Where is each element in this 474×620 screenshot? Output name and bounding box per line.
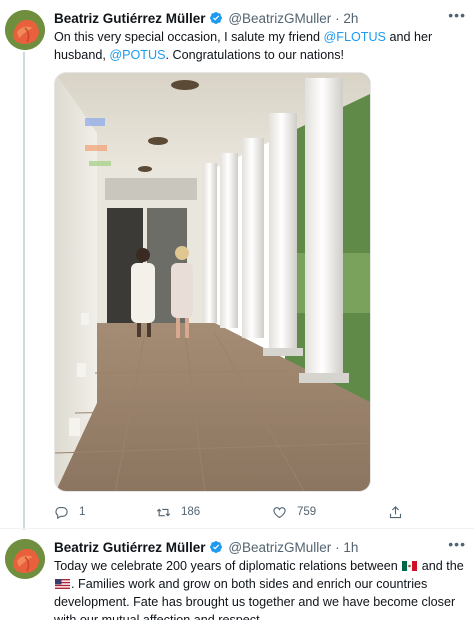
avatar[interactable] (5, 539, 45, 579)
timestamp[interactable]: 1h (343, 540, 358, 555)
author-handle[interactable]: @BeatrizGMuller (228, 540, 331, 555)
tweet-actions: 1 186 759 (54, 502, 414, 522)
retweet-count: 186 (181, 506, 201, 518)
tweet-text: On this very special occasion, I salute … (54, 28, 464, 64)
tweet-header: Beatriz Gutiérrez Müller @BeatrizGMuller… (54, 536, 466, 557)
tweet[interactable]: Beatriz Gutiérrez Müller @BeatrizGMuller… (0, 528, 474, 620)
retweet-icon (156, 508, 171, 516)
author-name[interactable]: Beatriz Gutiérrez Müller (54, 540, 206, 555)
text-segment: On this very special occasion, I salute … (54, 30, 324, 44)
author-name[interactable]: Beatriz Gutiérrez Müller (54, 11, 206, 26)
share-icon (389, 505, 402, 518)
text-segment: . Families work and grow on both sides a… (54, 577, 456, 620)
tweet-header: Beatriz Gutiérrez Müller @BeatrizGMuller… (54, 7, 466, 28)
share-button[interactable] (388, 502, 403, 522)
like-count: 759 (297, 506, 317, 518)
author-handle[interactable]: @BeatrizGMuller (228, 11, 331, 26)
reply-count: 1 (79, 506, 86, 518)
retweet-button[interactable]: 186 (156, 502, 200, 522)
text-segment: and the (418, 559, 464, 573)
tweet[interactable]: Beatriz Gutiérrez Müller @BeatrizGMuller… (0, 6, 474, 528)
tweet-photo[interactable] (54, 72, 371, 492)
mention-link[interactable]: @FLOTUS (323, 30, 385, 44)
text-segment: Today we celebrate 200 years of diplomat… (54, 559, 402, 573)
avatar[interactable] (5, 10, 45, 50)
separator-dot: · (335, 11, 340, 26)
timestamp[interactable]: 2h (343, 11, 358, 26)
mention-link[interactable]: @POTUS (109, 48, 165, 62)
text-segment: . Congratulations to our nations! (165, 48, 345, 62)
more-icon[interactable]: ••• (448, 6, 466, 24)
like-button[interactable]: 759 (272, 502, 316, 522)
mexico-flag-icon (402, 561, 418, 571)
reply-icon (55, 506, 68, 519)
like-icon (273, 506, 286, 518)
more-icon[interactable]: ••• (448, 535, 466, 553)
usa-flag-icon (55, 579, 70, 589)
verified-badge-icon (209, 12, 222, 24)
reply-button[interactable]: 1 (54, 502, 85, 522)
separator-dot: · (335, 540, 340, 555)
verified-badge-icon (209, 541, 222, 553)
tweet-text: Today we celebrate 200 years of diplomat… (54, 557, 464, 620)
